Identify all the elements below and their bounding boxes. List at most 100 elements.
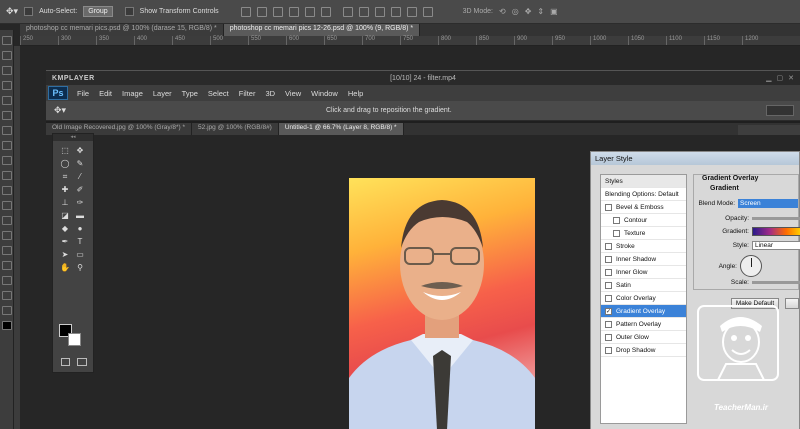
- shape-tool-icon[interactable]: [2, 276, 12, 285]
- style-item-checkbox[interactable]: [605, 281, 612, 289]
- screen-mode-icon[interactable]: [77, 358, 87, 366]
- hand-tool-icon[interactable]: [2, 291, 12, 300]
- align-right-icon[interactable]: [320, 6, 331, 17]
- zoom-tool-icon[interactable]: ⚲: [75, 263, 85, 273]
- history-brush-tool-icon[interactable]: ✑: [75, 198, 85, 208]
- style-item-checkbox[interactable]: [605, 320, 612, 328]
- stamp-tool-icon[interactable]: [2, 141, 12, 150]
- menu-file[interactable]: File: [72, 89, 94, 98]
- angle-dial[interactable]: [740, 255, 762, 277]
- zoom-tool-icon[interactable]: [2, 306, 12, 315]
- auto-select-checkbox[interactable]: [24, 7, 34, 16]
- distribute-left-icon[interactable]: [390, 6, 401, 17]
- gradient-tool-icon[interactable]: ▬: [75, 211, 85, 221]
- scale-slider[interactable]: [752, 281, 800, 284]
- align-left-icon[interactable]: [288, 6, 299, 17]
- menu-view[interactable]: View: [280, 89, 306, 98]
- document-canvas[interactable]: [349, 178, 535, 429]
- dodge-tool-icon[interactable]: ●: [75, 224, 85, 234]
- crop-tool-icon[interactable]: [2, 81, 12, 90]
- outer-tab-1[interactable]: photoshop cc memari pics.psd @ 100% (dar…: [20, 24, 224, 36]
- pen-tool-icon[interactable]: ✒: [60, 237, 70, 247]
- history-brush-tool-icon[interactable]: [2, 156, 12, 165]
- distribute-top-icon[interactable]: [342, 6, 353, 17]
- menu-window[interactable]: Window: [306, 89, 343, 98]
- outer-tab-2[interactable]: photoshop cc memari pics 12-26.psd @ 100…: [223, 24, 421, 36]
- style-item[interactable]: Pattern Overlay: [601, 318, 686, 331]
- marquee-tool-icon[interactable]: ⬚: [60, 146, 70, 156]
- doc-tab-3[interactable]: Untitled-1 @ 66.7% (Layer 8, RGB/8) *: [278, 123, 404, 135]
- menu-3d[interactable]: 3D: [260, 89, 280, 98]
- scale-3d-icon[interactable]: ▣: [550, 7, 558, 16]
- toolbox-header[interactable]: ◂◂: [53, 134, 93, 141]
- opacity-slider[interactable]: [752, 217, 800, 220]
- eraser-tool-icon[interactable]: ◪: [60, 211, 70, 221]
- style-item[interactable]: Inner Glow: [601, 266, 686, 279]
- blending-options-item[interactable]: Blending Options: Default: [601, 188, 686, 201]
- style-item[interactable]: Drop Shadow: [601, 344, 686, 357]
- eraser-tool-icon[interactable]: [2, 171, 12, 180]
- style-item-checkbox[interactable]: [605, 242, 612, 250]
- style-item[interactable]: Outer Glow: [601, 331, 686, 344]
- quick-mask-icon[interactable]: [61, 358, 70, 366]
- blend-mode-select[interactable]: Screen: [738, 199, 798, 208]
- lasso-tool-icon[interactable]: ◯: [60, 159, 70, 169]
- show-transform-checkbox[interactable]: [124, 7, 134, 16]
- gradient-tool-icon[interactable]: [2, 186, 12, 195]
- marquee-tool-icon[interactable]: [2, 36, 12, 45]
- type-tool-icon[interactable]: [2, 246, 12, 255]
- move-tool-icon[interactable]: ✥▾: [54, 105, 76, 117]
- doc-tab-2[interactable]: 52.jpg @ 100% (RGB/8#): [192, 123, 279, 135]
- path-select-tool-icon[interactable]: [2, 261, 12, 270]
- menu-help[interactable]: Help: [343, 89, 368, 98]
- gradient-picker[interactable]: [752, 227, 800, 236]
- healing-tool-icon[interactable]: [2, 111, 12, 120]
- menu-select[interactable]: Select: [203, 89, 234, 98]
- align-hcenter-icon[interactable]: [304, 6, 315, 17]
- close-icon[interactable]: ✕: [788, 74, 794, 82]
- minimize-icon[interactable]: ▁: [766, 74, 771, 82]
- style-item[interactable]: Texture: [601, 227, 686, 240]
- background-color-swatch[interactable]: [68, 333, 81, 346]
- style-select[interactable]: Linear: [752, 241, 800, 250]
- foreground-color-icon[interactable]: [2, 321, 12, 330]
- style-item-checkbox[interactable]: [605, 294, 612, 302]
- drag-3d-icon[interactable]: ✥: [525, 7, 532, 16]
- align-bottom-icon[interactable]: [272, 6, 283, 17]
- style-item-checkbox[interactable]: [605, 203, 612, 211]
- menu-edit[interactable]: Edit: [94, 89, 117, 98]
- healing-tool-icon[interactable]: ✚: [60, 185, 70, 195]
- style-item-checkbox[interactable]: ✓: [605, 307, 612, 315]
- align-vcenter-icon[interactable]: [256, 6, 267, 17]
- menu-image[interactable]: Image: [117, 89, 148, 98]
- style-item[interactable]: Contour: [601, 214, 686, 227]
- workspace-switcher[interactable]: [766, 105, 794, 116]
- distribute-right-icon[interactable]: [422, 6, 433, 17]
- distribute-hcenter-icon[interactable]: [406, 6, 417, 17]
- menu-layer[interactable]: Layer: [148, 89, 177, 98]
- dodge-tool-icon[interactable]: [2, 216, 12, 225]
- style-item[interactable]: ✓ Gradient Overlay: [601, 305, 686, 318]
- style-item-checkbox[interactable]: [613, 229, 620, 237]
- path-select-tool-icon[interactable]: ➤: [60, 250, 70, 260]
- stamp-tool-icon[interactable]: ⊥: [60, 198, 70, 208]
- style-item[interactable]: Stroke: [601, 240, 686, 253]
- style-item[interactable]: Bevel & Emboss: [601, 201, 686, 214]
- maximize-icon[interactable]: ▢: [777, 74, 784, 82]
- move-tool-icon[interactable]: ✥▾: [6, 6, 18, 17]
- brush-tool-icon[interactable]: ✐: [75, 185, 85, 195]
- style-item[interactable]: Inner Shadow: [601, 253, 686, 266]
- shape-tool-icon[interactable]: ▭: [75, 250, 85, 260]
- styles-header[interactable]: Styles: [601, 175, 686, 188]
- eyedropper-tool-icon[interactable]: [2, 96, 12, 105]
- crop-tool-icon[interactable]: ⌗: [60, 172, 70, 182]
- distribute-bottom-icon[interactable]: [374, 6, 385, 17]
- quick-select-tool-icon[interactable]: [2, 66, 12, 75]
- align-top-icon[interactable]: [240, 6, 251, 17]
- quick-select-tool-icon[interactable]: ✎: [75, 159, 85, 169]
- pen-tool-icon[interactable]: [2, 231, 12, 240]
- style-item[interactable]: Satin: [601, 279, 686, 292]
- style-item[interactable]: Color Overlay: [601, 292, 686, 305]
- roll-3d-icon[interactable]: ◎: [512, 7, 519, 16]
- menu-filter[interactable]: Filter: [234, 89, 261, 98]
